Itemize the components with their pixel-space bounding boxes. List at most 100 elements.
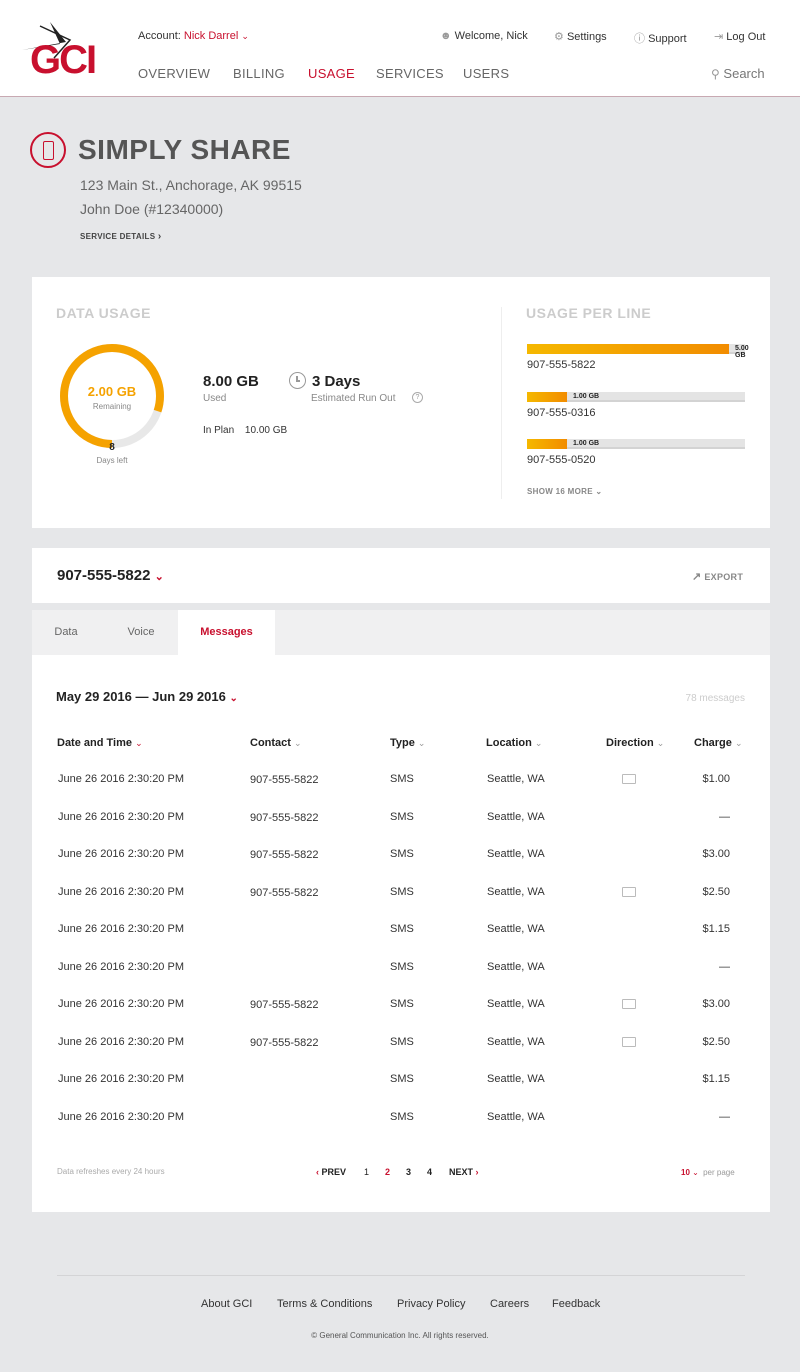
cell-location: Seattle, WA: [487, 886, 545, 898]
export-label: EXPORT: [704, 572, 744, 582]
line-selector[interactable]: 907-555-5822 ⌄: [57, 567, 164, 584]
col-type[interactable]: Type ⌄: [390, 737, 425, 749]
search-icon: ⚲: [711, 67, 720, 81]
logout-icon: ⇥: [714, 31, 724, 43]
page-1[interactable]: 1: [364, 1167, 369, 1177]
chevron-right-icon: ›: [157, 231, 162, 242]
nav-users[interactable]: USERS: [463, 66, 509, 81]
usage-bar-value: 1.00 GB: [573, 393, 600, 400]
nav-usage[interactable]: USAGE: [308, 66, 355, 81]
pagination-next[interactable]: NEXT ›: [449, 1167, 479, 1177]
tab-voice[interactable]: Voice: [104, 610, 178, 655]
cell-charge: $1.15: [702, 1073, 730, 1085]
cell-charge: —: [719, 1111, 730, 1123]
logout-label: Log Out: [726, 31, 766, 43]
col-charge[interactable]: Charge ⌄: [694, 737, 743, 749]
usage-bar-fill: [527, 439, 567, 449]
footer-careers[interactable]: Careers: [490, 1298, 529, 1310]
chevron-down-icon: ⌄: [294, 738, 302, 748]
date-range-selector[interactable]: May 29 2016 — Jun 29 2016 ⌄: [56, 689, 238, 704]
chevron-down-icon: ⌄: [656, 738, 665, 748]
cell-contact: 907-555-5822: [250, 849, 319, 861]
cell-date: June 26 2016 2:30:20 PM: [58, 998, 184, 1010]
used-label: Used: [203, 393, 227, 404]
cell-location: Seattle, WA: [487, 998, 545, 1010]
remaining-value: 2.00 GB: [87, 384, 137, 399]
usage-line-number[interactable]: 907-555-0316: [527, 407, 596, 419]
col-date-time-label: Date and Time: [57, 737, 132, 749]
refresh-note: Data refreshes every 24 hours: [57, 1167, 165, 1176]
runout-value: 3 Days: [312, 373, 361, 390]
footer-about[interactable]: About GCI: [201, 1298, 252, 1310]
nav-billing[interactable]: BILLING: [233, 66, 285, 81]
page-4[interactable]: 4: [427, 1167, 432, 1177]
search-button[interactable]: ⚲ Search: [711, 66, 765, 81]
page-3[interactable]: 3: [406, 1167, 411, 1177]
cell-contact: 907-555-5822: [250, 887, 319, 899]
footer-terms[interactable]: Terms & Conditions: [277, 1298, 372, 1310]
page-title: SIMPLY SHARE: [78, 134, 291, 165]
export-button[interactable]: ↗ EXPORT: [692, 570, 743, 583]
cell-date: June 26 2016 2:30:20 PM: [58, 773, 184, 785]
account-label: Account:: [138, 30, 181, 42]
cell-charge: $1.15: [702, 923, 730, 935]
cell-charge: $2.50: [702, 886, 730, 898]
col-direction[interactable]: Direction ⌄: [606, 737, 664, 749]
clock-icon: [289, 372, 306, 389]
pagination-prev[interactable]: ‹ PREV: [316, 1167, 346, 1177]
footer-feedback[interactable]: Feedback: [552, 1298, 600, 1310]
support-label: Support: [648, 33, 687, 45]
settings-link[interactable]: ⚙ Settings: [554, 30, 607, 43]
col-location[interactable]: Location ⌄: [486, 737, 542, 749]
cell-charge: $3.00: [702, 848, 730, 860]
account-selector[interactable]: Account: Nick Darrel ⌄: [138, 30, 249, 42]
nav-overview[interactable]: OVERVIEW: [138, 66, 210, 81]
service-address: 123 Main St., Anchorage, AK 99515: [80, 177, 302, 193]
outgoing-message-icon: [622, 887, 636, 897]
cell-charge: $2.50: [702, 1036, 730, 1048]
chevron-down-icon: ⌄: [595, 487, 603, 496]
nav-services[interactable]: SERVICES: [376, 66, 444, 81]
settings-label: Settings: [566, 31, 607, 43]
footer-privacy[interactable]: Privacy Policy: [397, 1298, 465, 1310]
in-plan-label: In Plan: [203, 425, 235, 436]
page-2[interactable]: 2: [385, 1167, 390, 1177]
user-icon: ☻: [440, 30, 452, 42]
usage-bar-value: 5.00 GB: [735, 345, 749, 359]
selected-line-number: 907-555-5822: [57, 567, 151, 584]
cell-charge: —: [719, 961, 730, 973]
logout-link[interactable]: ⇥ Log Out: [714, 30, 765, 43]
service-details-link[interactable]: SERVICE DETAILS ›: [80, 231, 162, 242]
per-page-value: 10: [681, 1168, 690, 1177]
col-date-time[interactable]: Date and Time ⌄: [57, 737, 143, 749]
per-page-selector[interactable]: 10 ⌄ per page: [681, 1168, 735, 1177]
show-more-button[interactable]: SHOW 16 MORE ⌄: [527, 487, 602, 496]
info-icon[interactable]: ?: [412, 392, 423, 403]
cell-contact: 907-555-5822: [250, 774, 319, 786]
cell-location: Seattle, WA: [487, 1036, 545, 1048]
usage-line-number[interactable]: 907-555-5822: [527, 359, 596, 371]
message-count: 78 messages: [685, 693, 745, 704]
chevron-down-icon: ⌄: [417, 738, 426, 748]
col-contact[interactable]: Contact ⌄: [250, 737, 302, 749]
usage-line-number[interactable]: 907-555-0520: [527, 454, 596, 466]
cell-type: SMS: [390, 998, 414, 1010]
cell-contact: 907-555-5822: [250, 812, 319, 824]
chevron-down-icon: ⌄: [241, 31, 249, 41]
outgoing-message-icon: [622, 999, 636, 1009]
chevron-down-icon: ⌄: [692, 1168, 699, 1177]
col-type-label: Type: [390, 737, 415, 749]
cell-type: SMS: [390, 848, 414, 860]
site-header: GCI Account: Nick Darrel ⌄ ☻ Welcome, Ni…: [0, 0, 800, 97]
gci-logo[interactable]: GCI: [20, 18, 106, 82]
footer-divider: [57, 1275, 745, 1276]
col-charge-label: Charge: [694, 737, 732, 749]
tab-data[interactable]: Data: [32, 610, 100, 655]
chevron-down-icon: ⌄: [534, 738, 543, 748]
usage-bar-value: 1.00 GB: [573, 440, 600, 447]
support-link[interactable]: ⓘ Support: [634, 30, 687, 46]
welcome-text: Welcome, Nick: [454, 30, 528, 42]
chevron-down-icon: ⌄: [229, 693, 238, 704]
cell-location: Seattle, WA: [487, 961, 545, 973]
tab-messages[interactable]: Messages: [178, 610, 275, 655]
